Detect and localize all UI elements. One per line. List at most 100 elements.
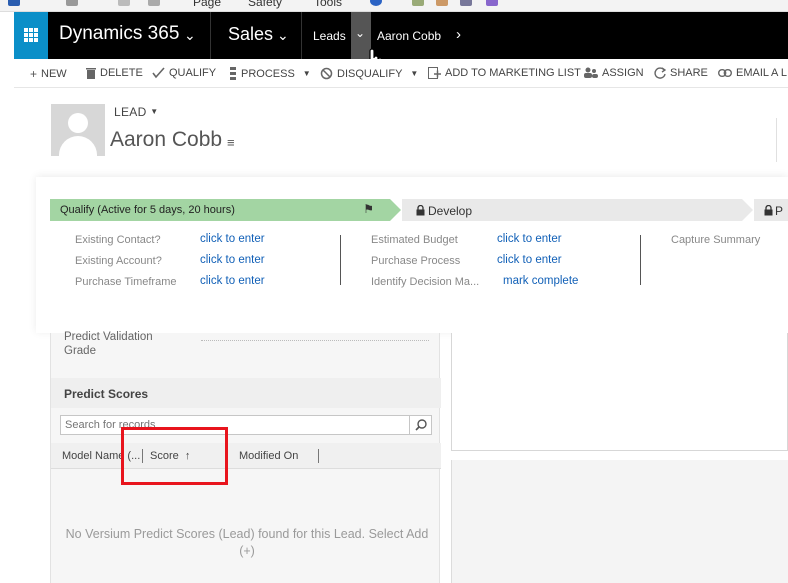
assign-button[interactable]: ASSIGN bbox=[584, 67, 644, 79]
marketing-list-icon bbox=[428, 67, 441, 79]
stage-develop[interactable]: Develop bbox=[402, 199, 742, 221]
existing-account-field[interactable]: click to enter bbox=[200, 254, 265, 266]
existing-account-label: Existing Account? bbox=[75, 255, 162, 267]
new-button[interactable]: + NEW bbox=[30, 67, 67, 81]
chevron-down-icon[interactable]: ⌄ bbox=[277, 27, 289, 44]
link-icon bbox=[718, 69, 732, 77]
new-label: NEW bbox=[41, 68, 67, 80]
chevron-down-icon[interactable]: ⌄ bbox=[184, 27, 196, 44]
identify-decision-maker-label: Identify Decision Ma... bbox=[371, 276, 480, 288]
print-icon[interactable] bbox=[148, 0, 160, 6]
assign-icon bbox=[584, 67, 598, 78]
disqualify-icon bbox=[320, 67, 333, 80]
record-breadcrumb[interactable]: Aaron Cobb bbox=[377, 29, 441, 43]
email-link-label: EMAIL A LI bbox=[736, 67, 788, 79]
feeds-icon[interactable] bbox=[66, 0, 78, 6]
existing-contact-field[interactable]: click to enter bbox=[200, 233, 265, 245]
qualify-label: QUALIFY bbox=[169, 67, 217, 79]
subgrid-header: Predict Scores bbox=[51, 378, 441, 408]
hamburger-menu-icon[interactable]: ≡ bbox=[227, 135, 235, 150]
empty-grid-message: No Versium Predict Scores (Lead) found f… bbox=[65, 527, 429, 558]
browser-toolbar: Page Safety Tools bbox=[0, 0, 788, 12]
stage-next-label: P bbox=[775, 204, 784, 218]
chevron-down-icon: ▼ bbox=[410, 69, 419, 78]
disqualify-button[interactable]: DISQUALIFY ▼ bbox=[320, 67, 418, 80]
entity-form-selector[interactable]: LEAD ▼ bbox=[114, 105, 158, 119]
addon-icon[interactable] bbox=[436, 0, 448, 6]
purchase-timeframe-field[interactable]: click to enter bbox=[200, 275, 265, 287]
flag-icon[interactable]: ⚑ bbox=[363, 202, 374, 216]
delete-button[interactable]: DELETE bbox=[86, 67, 143, 79]
estimated-budget-field[interactable]: click to enter bbox=[497, 233, 562, 245]
area-name[interactable]: Sales bbox=[228, 24, 273, 45]
trash-icon bbox=[86, 68, 96, 79]
addon-icon[interactable] bbox=[486, 0, 498, 6]
search-icon bbox=[415, 419, 427, 431]
form-section-right-lower bbox=[451, 460, 788, 583]
search-button[interactable] bbox=[409, 416, 431, 434]
purchase-timeframe-label: Purchase Timeframe bbox=[75, 276, 177, 288]
existing-contact-label: Existing Contact? bbox=[75, 234, 161, 246]
waffle-icon bbox=[24, 28, 38, 42]
qualify-button[interactable]: QUALIFY bbox=[152, 67, 216, 79]
form-section-left: Predict Validation Grade Predict Scores … bbox=[50, 331, 441, 583]
app-launcher-button[interactable] bbox=[14, 12, 48, 59]
chevron-down-icon: ⌄ bbox=[355, 26, 366, 40]
subgrid-title: Predict Scores bbox=[64, 387, 149, 401]
grid-header: Model Name (... Score ↑ Modified On bbox=[51, 443, 441, 469]
header-divider bbox=[776, 118, 777, 162]
help-icon[interactable] bbox=[370, 0, 382, 6]
highlight-annotation bbox=[121, 427, 228, 485]
column-divider bbox=[640, 235, 641, 285]
email-link-button[interactable]: EMAIL A LI bbox=[718, 67, 788, 79]
estimated-budget-label: Estimated Budget bbox=[371, 234, 458, 246]
column-separator[interactable] bbox=[318, 449, 319, 463]
addon-icon[interactable] bbox=[460, 0, 472, 6]
page-menu[interactable]: Page bbox=[193, 0, 221, 9]
form-section-right bbox=[451, 333, 788, 451]
command-bar: + NEW DELETE QUALIFY PROCESS ▼ DISQUALIF… bbox=[14, 59, 788, 88]
stage-qualify[interactable]: Qualify (Active for 5 days, 20 hours) ⚑ bbox=[50, 199, 390, 221]
plus-icon: + bbox=[30, 67, 38, 81]
chevron-right-icon[interactable]: › bbox=[456, 26, 461, 43]
delete-label: DELETE bbox=[100, 67, 143, 79]
stage-next[interactable]: P bbox=[754, 199, 788, 221]
safety-menu[interactable]: Safety bbox=[248, 0, 282, 9]
stage-develop-label: Develop bbox=[428, 204, 473, 218]
subgrid-search bbox=[60, 415, 432, 435]
page-title: Aaron Cobb bbox=[110, 128, 223, 151]
business-process-flow: Qualify (Active for 5 days, 20 hours) ⚑ … bbox=[36, 177, 788, 333]
add-to-marketing-list-button[interactable]: ADD TO MARKETING LIST bbox=[428, 67, 581, 79]
column-modified-on[interactable]: Modified On bbox=[239, 450, 298, 462]
purchase-process-field[interactable]: click to enter bbox=[497, 254, 562, 266]
entity-nav-button[interactable]: Leads bbox=[302, 12, 355, 59]
search-input[interactable] bbox=[61, 416, 409, 434]
home-icon[interactable] bbox=[8, 0, 20, 6]
identify-decision-maker-field[interactable]: mark complete bbox=[503, 275, 578, 287]
share-label: SHARE bbox=[670, 67, 708, 79]
purchase-process-label: Purchase Process bbox=[371, 255, 461, 267]
column-divider bbox=[340, 235, 341, 285]
predict-validation-grade-label: Predict Validation Grade bbox=[64, 331, 153, 357]
process-icon bbox=[230, 67, 236, 80]
mail-icon[interactable] bbox=[118, 0, 130, 6]
predict-validation-grade-field[interactable] bbox=[201, 340, 429, 341]
share-button[interactable]: SHARE bbox=[654, 67, 708, 79]
app-name[interactable]: Dynamics 365 bbox=[59, 23, 179, 45]
share-icon bbox=[654, 67, 666, 79]
addon-icon[interactable] bbox=[412, 0, 424, 6]
tools-menu[interactable]: Tools bbox=[314, 0, 342, 9]
record-header: LEAD ▼ Aaron Cobb ≡ bbox=[14, 88, 788, 172]
stage-next-wrap: P bbox=[764, 204, 783, 218]
stage-develop-wrap: Develop bbox=[416, 204, 472, 218]
process-label: PROCESS bbox=[241, 67, 295, 80]
entity-nav-label: Leads bbox=[313, 29, 346, 43]
avatar[interactable] bbox=[51, 104, 105, 156]
process-button[interactable]: PROCESS ▼ bbox=[229, 67, 311, 80]
capture-summary-label: Capture Summary bbox=[671, 234, 761, 246]
stage-arrow bbox=[390, 199, 401, 221]
entity-label: LEAD bbox=[114, 105, 147, 119]
active-stage-label: Qualify (Active for 5 days, 20 hours) bbox=[60, 204, 235, 216]
assign-label: ASSIGN bbox=[602, 67, 644, 79]
lock-icon bbox=[764, 204, 773, 216]
